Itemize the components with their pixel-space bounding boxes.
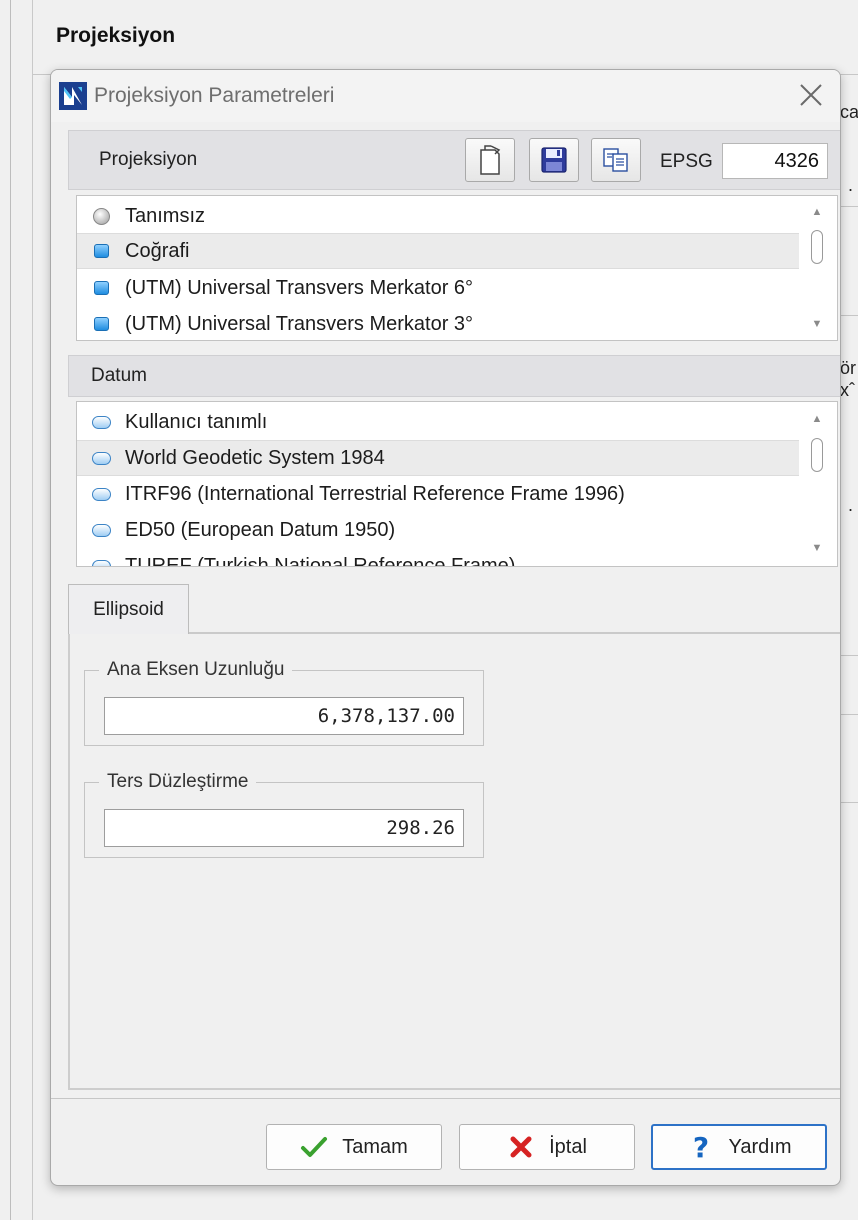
cancel-button[interactable]: İptal [459,1124,635,1170]
list-item-label: World Geodetic System 1984 [125,446,385,469]
projection-list[interactable]: Tanımsız Coğrafi (UTM) Universal Transve… [76,195,838,341]
ok-button-label: Tamam [342,1135,408,1158]
floppy-disk-icon [541,147,567,173]
tab-label: Ellipsoid [93,598,164,620]
datum-item-user-defined[interactable]: Kullanıcı tanımlı [77,404,799,440]
cross-icon [507,1133,535,1161]
list-item-label: ED50 (European Datum 1950) [125,518,396,541]
save-projection-button[interactable] [529,138,579,182]
list-item-label: (UTM) Universal Transvers Merkator 3° [125,312,474,335]
app-logo-icon [59,82,87,110]
ok-button[interactable]: Tamam [266,1124,442,1170]
semi-major-axis-label: Ana Eksen Uzunluğu [107,659,285,680]
oval-bullet-icon [91,415,111,429]
datum-item-wgs84[interactable]: World Geodetic System 1984 [77,440,799,476]
oval-bullet-icon [91,487,111,501]
projection-item-utm3[interactable]: (UTM) Universal Transvers Merkator 3° [77,306,799,340]
background-text-fragment: ör [840,358,857,378]
tab-ellipsoid[interactable]: Ellipsoid [68,584,189,634]
epsg-label: EPSG [660,151,713,172]
scroll-thumb[interactable] [811,438,823,472]
scroll-up-icon[interactable]: ▲ [804,202,830,222]
projection-item-utm6[interactable]: (UTM) Universal Transvers Merkator 6° [77,270,799,306]
list-item-label: ITRF96 (International Terrestrial Refere… [125,482,625,505]
datum-panel-label: Datum [91,365,147,386]
oval-bullet-icon [91,523,111,537]
background-separator [840,655,858,656]
button-bar-separator [51,1098,840,1099]
scroll-down-icon[interactable]: ▼ [804,538,830,558]
projection-item-geographic[interactable]: Coğrafi [77,233,799,269]
open-projection-button[interactable] [465,138,515,182]
help-button-label: Yardım [728,1135,792,1158]
projection-list-scrollbar[interactable]: ▲ ▼ [804,196,830,340]
datum-panel-header: Datum [68,355,840,397]
copy-projection-button[interactable] [591,138,641,182]
square-bullet-icon [93,281,109,295]
checkmark-icon [300,1133,328,1161]
question-icon: ? [687,1133,715,1161]
copy-icon [603,148,628,172]
list-item-label: Coğrafi [125,239,190,262]
cancel-button-label: İptal [549,1135,587,1158]
datum-item-itrf96[interactable]: ITRF96 (International Terrestrial Refere… [77,476,799,512]
inverse-flattening-label: Ters Düzleştirme [107,771,249,792]
dialog-title: Projeksiyon Parametreleri [94,84,335,107]
background-text-fragment: xˆ [840,380,855,400]
close-icon [800,84,822,106]
background-text-fragment: . [848,495,854,515]
datum-item-turef[interactable]: TUREF (Turkish National Reference Frame) [77,548,799,567]
projection-panel-label: Projeksiyon [99,149,198,170]
list-item-label: TUREF (Turkish National Reference Frame) [125,554,516,567]
inverse-flattening-input[interactable] [104,809,464,847]
scroll-thumb[interactable] [811,230,823,264]
square-bullet-icon [93,244,109,258]
background-text-fragment: . [848,175,854,195]
scroll-up-icon[interactable]: ▲ [804,409,830,429]
background-separator [840,714,858,715]
oval-bullet-icon [91,559,111,566]
background-separator [840,315,858,316]
background-heading: Projeksiyon [56,24,176,47]
background-text-fragment: ca [840,102,858,122]
svg-text:?: ? [692,1133,708,1161]
projection-panel-header: Projeksiyon EPSG [68,130,840,190]
datum-list[interactable]: Kullanıcı tanımlı World Geodetic System … [76,401,838,567]
open-file-icon [480,145,501,175]
list-item-label: Kullanıcı tanımlı [125,410,268,433]
background-separator [840,802,858,803]
list-item-label: Tanımsız [125,204,206,227]
square-bullet-icon [93,317,109,331]
epsg-code-input[interactable] [722,143,828,179]
datum-item-ed50[interactable]: ED50 (European Datum 1950) [77,512,799,548]
list-item-label: (UTM) Universal Transvers Merkator 6° [125,276,474,299]
help-button[interactable]: ? Yardım [651,1124,827,1170]
background-window-border [32,0,33,1220]
oval-bullet-icon [91,451,111,465]
projection-item-undefined[interactable]: Tanımsız [77,198,799,234]
background-separator [840,206,858,207]
dialog-titlebar[interactable]: Projeksiyon Parametreleri [51,70,840,122]
projection-parameters-dialog: Projeksiyon Parametreleri Projeksiyon EP… [50,69,841,1186]
close-button[interactable] [796,80,826,110]
datum-list-scrollbar[interactable]: ▲ ▼ [804,402,830,566]
radio-bullet-icon [92,207,110,225]
scroll-down-icon[interactable]: ▼ [804,314,830,334]
background-window-border [10,0,11,1220]
semi-major-axis-input[interactable] [104,697,464,735]
